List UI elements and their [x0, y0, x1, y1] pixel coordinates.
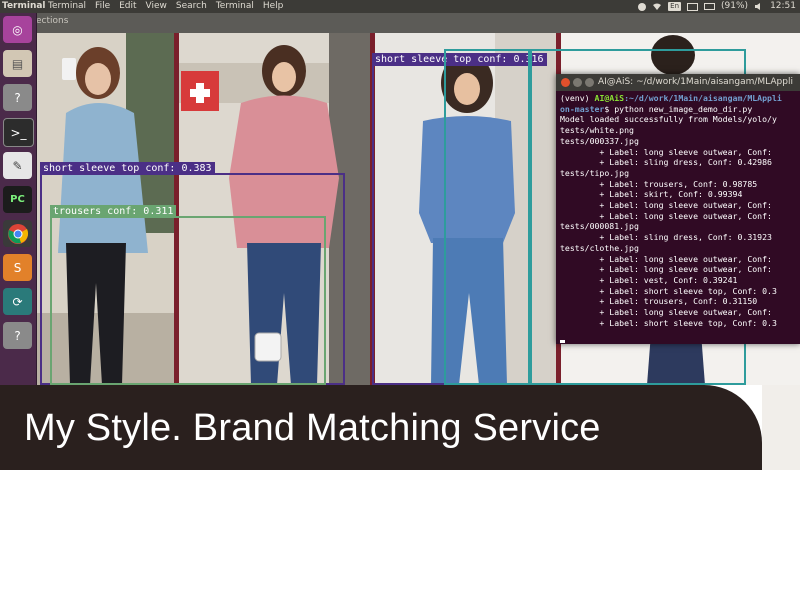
- mail-icon[interactable]: [687, 2, 699, 11]
- detection-box: [444, 49, 530, 385]
- terminal-output[interactable]: (venv) AI@AiS:~/d/work/1Main/aisangam/ML…: [556, 91, 800, 343]
- help-icon[interactable]: ?: [3, 322, 32, 349]
- system-tray: En (91%) 12:51: [638, 0, 796, 13]
- terminal-lines: Model loaded successfully from Models/yo…: [560, 114, 777, 327]
- terminal-line: + Label: skirt, Conf: 0.99394: [599, 189, 743, 200]
- terminal-title: AI@AiS: ~/d/work/1Main/aisangam/MLAppli: [598, 77, 793, 87]
- detection-label: short sleeve top conf: 0.383: [40, 162, 215, 175]
- banner: My Style. Brand Matching Service: [0, 385, 800, 470]
- venv-indicator: (venv): [560, 93, 590, 103]
- text-editor-icon[interactable]: ✎: [3, 152, 32, 179]
- menu-view[interactable]: View: [146, 0, 167, 13]
- software-updater-icon[interactable]: ⟳: [3, 288, 32, 315]
- banner-title: My Style. Brand Matching Service: [24, 407, 601, 449]
- terminal-line: + Label: long sleeve outwear, Conf:: [599, 210, 772, 221]
- terminal-line: tests/000081.jpg: [560, 221, 639, 232]
- chrome-icon[interactable]: [3, 220, 32, 247]
- banner-edge: [762, 385, 800, 470]
- terminal-command: $ python new_image_demo_dir.py: [604, 103, 753, 114]
- prompt-user: AI@AiS: [594, 93, 625, 103]
- terminal-line: tests/clothe.jpg: [560, 242, 639, 253]
- terminal-line: + Label: sling dress, Conf: 0.31923: [599, 232, 772, 243]
- terminal-window[interactable]: AI@AiS: ~/d/work/1Main/aisangam/MLAppli …: [556, 74, 800, 344]
- terminal-line: tests/tipo.jpg: [560, 167, 630, 178]
- menu-terminal-2[interactable]: Terminal: [216, 0, 254, 13]
- terminal-line: + Label: long sleeve outwear, Conf:: [599, 264, 772, 275]
- app-name: Terminal: [2, 1, 46, 11]
- top-panel: Terminal Terminal File Edit View Search …: [0, 0, 800, 13]
- menu-search[interactable]: Search: [176, 0, 207, 13]
- terminal-line: Model loaded successfully from Models/yo…: [560, 114, 777, 125]
- battery-icon[interactable]: [704, 3, 716, 10]
- terminal-line: + Label: long sleeve outwear, Conf:: [599, 307, 772, 318]
- ubuntu-logo-icon[interactable]: ◎: [3, 16, 32, 43]
- terminal-line: + Label: sling dress, Conf: 0.42986: [599, 157, 772, 168]
- prompt-path-cont: on-master: [560, 103, 605, 114]
- dropbox-icon[interactable]: [638, 2, 647, 11]
- terminal-line: + Label: vest, Conf: 0.39241: [599, 274, 738, 285]
- terminal-line: + Label: long sleeve outwear, Conf:: [599, 200, 772, 211]
- menu-help[interactable]: Help: [263, 0, 284, 13]
- battery-percent: (91%): [721, 1, 749, 11]
- wifi-icon[interactable]: [652, 2, 662, 11]
- terminal-cursor: [560, 340, 565, 343]
- clock[interactable]: 12:51: [770, 0, 796, 13]
- launcher-sidebar: ◎ ▤ ? >_ ✎ PC S ⟳ ?: [0, 13, 37, 385]
- detection-label: trousers conf: 0.311: [50, 205, 177, 218]
- menu-edit[interactable]: Edit: [119, 0, 136, 13]
- terminal-icon[interactable]: >_: [3, 118, 34, 147]
- menu-terminal[interactable]: Terminal: [48, 0, 86, 13]
- terminal-line: + Label: long sleeve outwear, Conf:: [599, 253, 772, 264]
- terminal-line: + Label: trousers, Conf: 0.31150: [599, 296, 758, 307]
- terminal-line: + Label: short sleeve top, Conf: 0.3: [599, 317, 777, 328]
- maximize-icon[interactable]: [585, 78, 594, 87]
- menu-file[interactable]: File: [95, 0, 110, 13]
- prompt-path: :~/d/work/1Main/aisangam/MLAppli: [624, 93, 782, 103]
- image-window-titlebar: ections: [36, 13, 800, 33]
- terminal-titlebar[interactable]: AI@AiS: ~/d/work/1Main/aisangam/MLAppli: [556, 74, 800, 91]
- pycharm-icon[interactable]: PC: [3, 186, 32, 213]
- terminal-line: + Label: long sleeve outwear, Conf:: [599, 146, 772, 157]
- detection-box-trousers: [50, 216, 326, 385]
- volume-icon[interactable]: [754, 2, 764, 11]
- minimize-icon[interactable]: [573, 78, 582, 87]
- terminal-line: tests/white.png: [560, 125, 634, 136]
- terminal-line: + Label: short sleeve top, Conf: 0.3: [599, 285, 777, 296]
- close-icon[interactable]: [561, 78, 570, 87]
- menu-bar: Terminal File Edit View Search Terminal …: [48, 0, 283, 13]
- files-icon[interactable]: ▤: [3, 50, 32, 77]
- terminal-line: + Label: trousers, Conf: 0.98785: [599, 178, 758, 189]
- keyboard-layout-indicator[interactable]: En: [668, 2, 682, 11]
- terminal-line: tests/000337.jpg: [560, 135, 639, 146]
- help-icon[interactable]: ?: [3, 84, 32, 111]
- sublime-text-icon[interactable]: S: [3, 254, 32, 281]
- window-title: ections: [36, 16, 69, 26]
